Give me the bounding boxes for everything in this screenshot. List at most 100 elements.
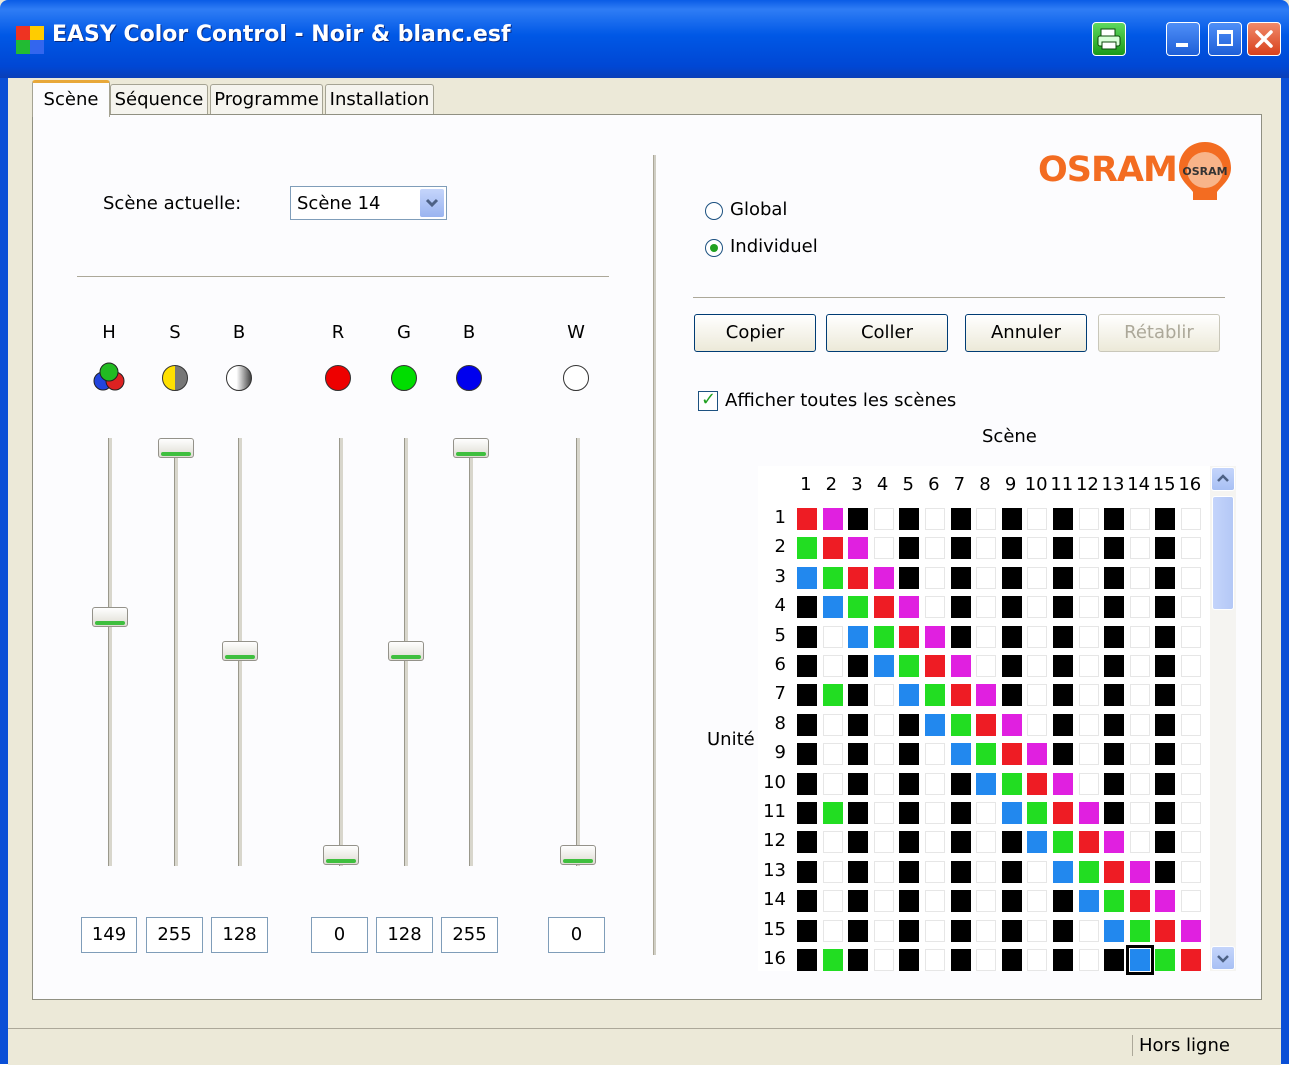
grid-cell[interactable]	[797, 919, 817, 942]
grid-cell[interactable]	[797, 860, 817, 883]
grid-cell[interactable]	[797, 537, 817, 560]
grid-cell[interactable]	[1027, 949, 1048, 971]
grid-cell[interactable]	[925, 713, 945, 736]
grid-cell[interactable]	[925, 802, 945, 824]
grid-cell[interactable]	[1027, 713, 1048, 736]
grid-cell[interactable]	[925, 772, 945, 795]
grid-cell[interactable]	[1125, 945, 1154, 975]
dropdown-arrow-button[interactable]	[420, 189, 444, 217]
saturation-value-field[interactable]: 255	[146, 917, 203, 953]
grid-cell[interactable]	[950, 860, 971, 883]
grid-cell[interactable]	[822, 743, 843, 766]
grid-cell[interactable]	[899, 890, 920, 913]
grid-cell[interactable]	[976, 537, 997, 560]
grid-cell[interactable]	[976, 566, 997, 589]
grid-cell[interactable]	[899, 860, 920, 883]
grid-cell[interactable]	[899, 596, 920, 619]
grid-cell[interactable]	[873, 625, 894, 648]
grid-cell[interactable]	[1078, 508, 1099, 530]
grid-cell[interactable]	[1104, 684, 1125, 707]
grid-cell[interactable]	[873, 655, 894, 677]
grid-cell[interactable]	[1001, 508, 1022, 530]
grid-cell[interactable]	[848, 743, 869, 766]
cancel-button[interactable]: Annuler	[965, 314, 1087, 352]
grid-cell[interactable]	[976, 743, 997, 766]
grid-cell[interactable]	[873, 596, 894, 619]
grid-cell[interactable]	[899, 713, 920, 736]
grid-cell[interactable]	[1181, 743, 1201, 766]
grid-cell[interactable]	[1155, 743, 1176, 766]
grid-cell[interactable]	[822, 860, 843, 883]
grid-cell[interactable]	[1027, 743, 1048, 766]
grid-cell[interactable]	[1181, 625, 1201, 648]
grid-cell[interactable]	[873, 684, 894, 707]
grid-cell[interactable]	[899, 802, 920, 824]
grid-cell[interactable]	[950, 713, 971, 736]
grid-cell[interactable]	[976, 596, 997, 619]
blue-slider-track[interactable]	[469, 438, 473, 866]
grid-cell[interactable]	[925, 890, 945, 913]
grid-cell[interactable]	[848, 713, 869, 736]
white-slider-thumb[interactable]	[560, 845, 596, 865]
copy-button[interactable]: Copier	[694, 314, 816, 352]
grid-cell[interactable]	[1104, 655, 1125, 677]
grid-cell[interactable]	[822, 537, 843, 560]
brightness-slider-thumb[interactable]	[222, 640, 258, 661]
grid-cell[interactable]	[1129, 713, 1150, 736]
grid-cell[interactable]	[899, 772, 920, 795]
grid-cell[interactable]	[976, 772, 997, 795]
grid-cell[interactable]	[797, 890, 817, 913]
grid-cell[interactable]	[797, 625, 817, 648]
green-value-field[interactable]: 128	[376, 917, 433, 953]
grid-cell[interactable]	[1053, 743, 1073, 766]
tab-scene[interactable]: Scène	[32, 80, 110, 117]
grid-cell[interactable]	[1078, 625, 1099, 648]
grid-cell[interactable]	[1001, 949, 1022, 971]
grid-cell[interactable]	[873, 772, 894, 795]
grid-cell[interactable]	[1027, 860, 1048, 883]
grid-cell[interactable]	[1155, 860, 1176, 883]
grid-cell[interactable]	[950, 655, 971, 677]
grid-cell[interactable]	[1078, 684, 1099, 707]
grid-cell[interactable]	[1001, 831, 1022, 854]
grid-cell[interactable]	[1155, 684, 1176, 707]
grid-cell[interactable]	[1053, 919, 1073, 942]
grid-cell[interactable]	[1104, 890, 1125, 913]
show-all-scenes-checkbox[interactable]: ✓	[698, 389, 718, 411]
grid-cell[interactable]	[1129, 508, 1150, 530]
grid-cell[interactable]	[873, 919, 894, 942]
paste-button[interactable]: Coller	[826, 314, 948, 352]
grid-cell[interactable]	[822, 772, 843, 795]
blue-value-field[interactable]: 255	[441, 917, 498, 953]
grid-cell[interactable]	[1155, 596, 1176, 619]
grid-cell[interactable]	[873, 802, 894, 824]
grid-cell[interactable]	[1053, 949, 1073, 971]
grid-cell[interactable]	[1155, 508, 1176, 530]
grid-cell[interactable]	[797, 831, 817, 854]
grid-cell[interactable]	[1129, 655, 1150, 677]
grid-cell[interactable]	[1104, 508, 1125, 530]
grid-cell[interactable]	[1104, 596, 1125, 619]
grid-cell[interactable]	[976, 713, 997, 736]
grid-cell[interactable]	[976, 508, 997, 530]
grid-cell[interactable]	[1027, 537, 1048, 560]
grid-cell[interactable]	[950, 596, 971, 619]
grid-cell[interactable]	[950, 743, 971, 766]
grid-cell[interactable]	[925, 566, 945, 589]
scroll-up-button[interactable]	[1211, 467, 1235, 491]
grid-cell[interactable]	[1001, 860, 1022, 883]
grid-cell[interactable]	[950, 566, 971, 589]
grid-cell[interactable]	[976, 684, 997, 707]
grid-cell[interactable]	[1181, 596, 1201, 619]
grid-cell[interactable]	[925, 537, 945, 560]
grid-cell[interactable]	[848, 684, 869, 707]
grid-cell[interactable]	[1181, 508, 1201, 530]
grid-cell[interactable]	[1155, 949, 1176, 971]
grid-cell[interactable]	[1181, 566, 1201, 589]
hue-value-field[interactable]: 149	[81, 917, 137, 953]
grid-cell[interactable]	[822, 684, 843, 707]
grid-cell[interactable]	[899, 625, 920, 648]
grid-cell[interactable]	[1129, 772, 1150, 795]
grid-cell[interactable]	[848, 890, 869, 913]
individual-radio[interactable]	[705, 239, 723, 257]
